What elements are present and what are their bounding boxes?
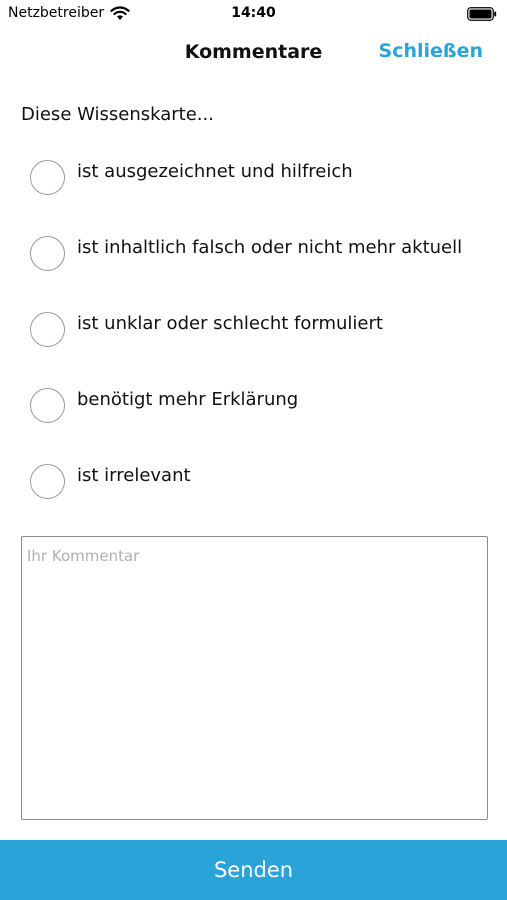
option-unclear[interactable]: ist unklar oder schlecht formuliert (30, 308, 490, 384)
comment-box (21, 536, 488, 820)
option-label: ist inhaltlich falsch oder nicht mehr ak… (77, 237, 463, 258)
option-label: ist unklar oder schlecht formuliert (77, 313, 383, 334)
radio-button[interactable] (30, 312, 65, 347)
option-excellent[interactable]: ist ausgezeichnet und hilfreich (30, 156, 490, 232)
feedback-options: ist ausgezeichnet und hilfreich ist inha… (30, 156, 490, 536)
radio-button[interactable] (30, 160, 65, 195)
option-incorrect[interactable]: ist inhaltlich falsch oder nicht mehr ak… (30, 232, 490, 308)
navigation-bar: Kommentare Schließen (0, 30, 507, 76)
question-label: Diese Wissenskarte... (21, 104, 214, 125)
status-time: 14:40 (231, 5, 276, 21)
radio-button[interactable] (30, 464, 65, 499)
option-label: ist ausgezeichnet und hilfreich (77, 161, 353, 182)
comment-input[interactable] (22, 537, 487, 819)
battery-icon (467, 7, 497, 21)
radio-button[interactable] (30, 388, 65, 423)
close-button[interactable]: Schließen (379, 40, 483, 62)
radio-button[interactable] (30, 236, 65, 271)
option-label: benötigt mehr Erklärung (77, 389, 299, 410)
status-bar: Netzbetreiber 14:40 (0, 0, 507, 28)
option-needs-explanation[interactable]: benötigt mehr Erklärung (30, 384, 490, 460)
option-irrelevant[interactable]: ist irrelevant (30, 460, 490, 536)
option-label: ist irrelevant (77, 465, 191, 486)
send-button[interactable]: Senden (0, 840, 507, 900)
